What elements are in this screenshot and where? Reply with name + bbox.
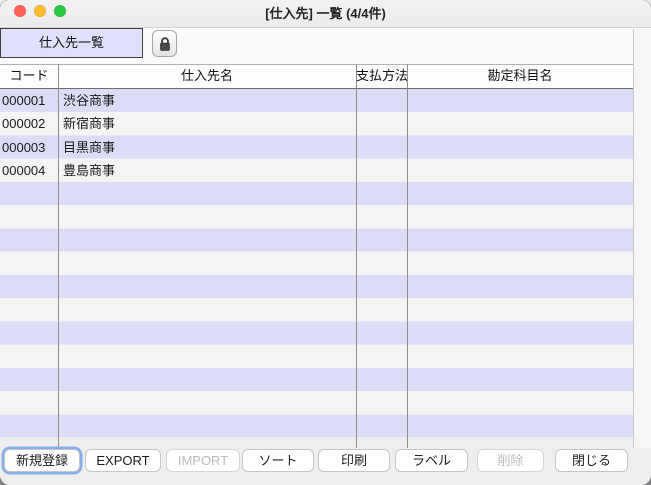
lock-button[interactable] xyxy=(152,30,177,57)
toolbar: 仕入先一覧 xyxy=(0,28,651,64)
column-divider xyxy=(356,64,357,448)
supplier-table-body: 000001渋谷商事000002新宿商事000003目黒商事000004豊島商事 xyxy=(0,89,633,437)
cell-code: 000003 xyxy=(0,136,58,159)
cell-payment xyxy=(356,136,407,159)
cell-name: 目黒商事 xyxy=(58,136,356,159)
import-button: IMPORT xyxy=(166,449,240,472)
cell-name: 渋谷商事 xyxy=(58,89,356,112)
cell-code: 000002 xyxy=(0,112,58,135)
column-header-account[interactable]: 勘定科目名 xyxy=(407,65,633,88)
cell-account xyxy=(407,89,633,112)
delete-button: 削除 xyxy=(477,449,544,472)
column-header-code[interactable]: コード xyxy=(0,65,58,88)
column-divider xyxy=(58,64,59,448)
window-title: [仕入先] 一覧 (4/4件) xyxy=(0,0,651,28)
column-header-payment[interactable]: 支払方法 xyxy=(356,65,407,88)
new-record-button[interactable]: 新規登録 xyxy=(4,449,80,472)
app-window: [仕入先] 一覧 (4/4件) 仕入先一覧 コード 仕入先名 支払方法 勘定科目… xyxy=(0,0,651,485)
column-divider xyxy=(407,64,408,448)
titlebar: [仕入先] 一覧 (4/4件) xyxy=(0,0,651,28)
label-button[interactable]: ラベル xyxy=(395,449,468,472)
cell-payment xyxy=(356,159,407,182)
table-row[interactable]: 000002新宿商事 xyxy=(0,112,633,135)
table-header: コード 仕入先名 支払方法 勘定科目名 xyxy=(0,64,633,89)
vertical-scrollbar-track[interactable] xyxy=(633,29,651,448)
column-header-name[interactable]: 仕入先名 xyxy=(58,65,356,88)
cell-payment xyxy=(356,112,407,135)
export-button[interactable]: EXPORT xyxy=(85,449,161,472)
print-button[interactable]: 印刷 xyxy=(318,449,390,472)
cell-name: 豊島商事 xyxy=(58,159,356,182)
cell-code: 000004 xyxy=(0,159,58,182)
cell-account xyxy=(407,136,633,159)
cell-payment xyxy=(356,89,407,112)
table-row[interactable]: 000003目黒商事 xyxy=(0,136,633,159)
table-row[interactable]: 000004豊島商事 xyxy=(0,159,633,182)
cell-account xyxy=(407,159,633,182)
close-button[interactable]: 閉じる xyxy=(555,449,628,472)
cell-name: 新宿商事 xyxy=(58,112,356,135)
lock-icon xyxy=(158,36,172,52)
tab-supplier-list[interactable]: 仕入先一覧 xyxy=(0,28,143,58)
sort-button[interactable]: ソート xyxy=(242,449,314,472)
table-row[interactable]: 000001渋谷商事 xyxy=(0,89,633,112)
cell-account xyxy=(407,112,633,135)
cell-code: 000001 xyxy=(0,89,58,112)
